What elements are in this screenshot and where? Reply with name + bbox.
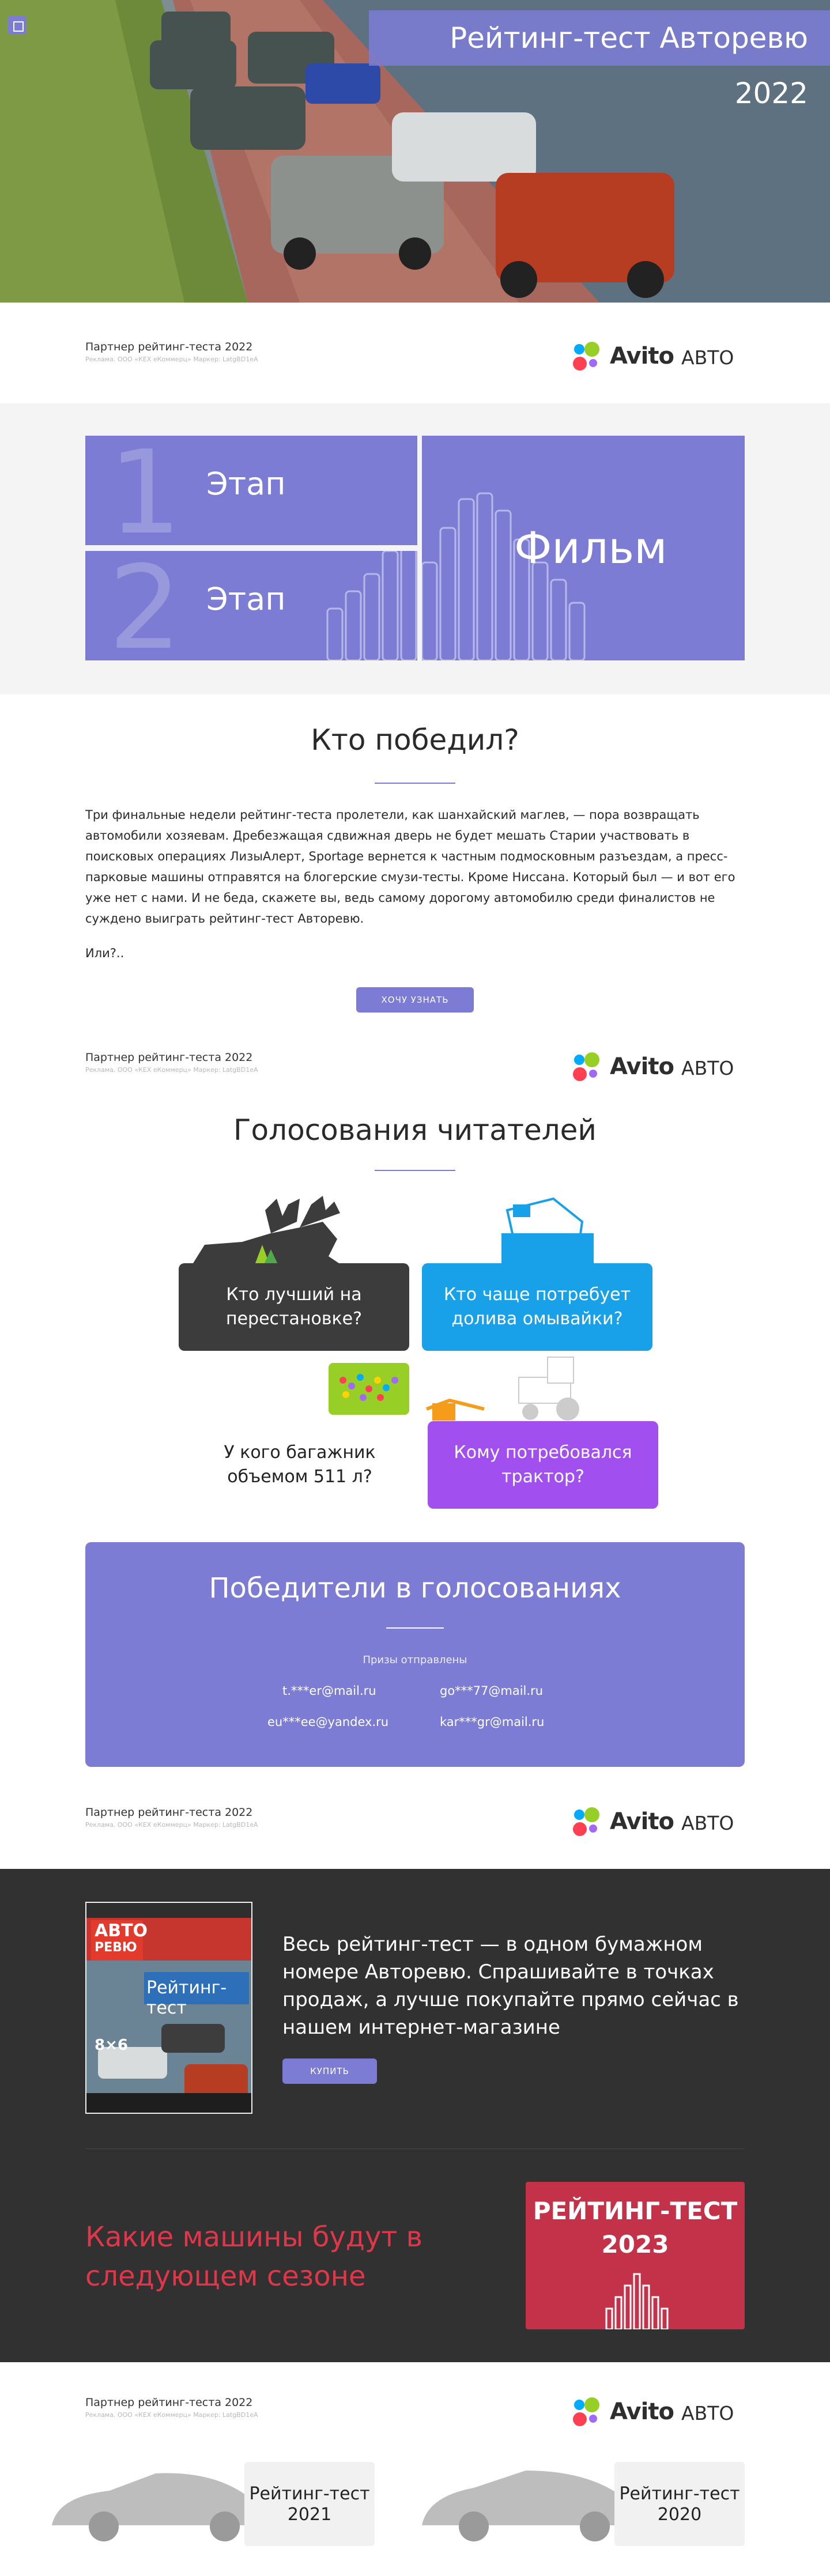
- avito-brand-sub: АВТО: [681, 346, 734, 369]
- skyline-graphic: [605, 2273, 669, 2329]
- stage-1-number: 1: [108, 436, 182, 545]
- votes-illustrations: [190, 1196, 594, 1421]
- avito-brand-sub: АВТО: [681, 1812, 734, 1834]
- previous-test-2021[interactable]: Рейтинг-тест 2021: [40, 2462, 375, 2546]
- avito-logo[interactable]: Avito АВТО: [572, 1050, 745, 1081]
- partner-title: Партнер рейтинг-теста 2022: [85, 2396, 253, 2409]
- partner-strip: Партнер рейтинг-теста 2022 Реклама. ООО …: [85, 336, 745, 371]
- magazine-masthead-bottom: РЕВЮ: [95, 1940, 137, 1955]
- vote-card-perestanovka[interactable]: Кто лучший на перестановке?: [179, 1263, 409, 1351]
- film-label: Фильм: [514, 522, 667, 573]
- heading-underline: [375, 783, 455, 784]
- partner-title: Партнер рейтинг-теста 2022: [85, 1051, 253, 1064]
- skyline-graphic: [326, 551, 417, 660]
- avito-logo[interactable]: Avito АВТО: [572, 2395, 745, 2426]
- winner-email: go***77@mail.ru: [440, 1684, 544, 1698]
- hero-title: Рейтинг-тест Авторевю 2022: [369, 10, 830, 110]
- tractor-icon: [425, 1357, 579, 1421]
- rating-test-2023-badge[interactable]: РЕЙТИНГ-ТЕСТ 2023: [526, 2182, 745, 2329]
- magazine-cover[interactable]: АВТО РЕВЮ Рейтинг-тест 8×6: [85, 1902, 252, 2114]
- avito-logo[interactable]: Avito АВТО: [572, 1805, 745, 1836]
- previous-test-2020[interactable]: Рейтинг-тест 2020: [410, 2462, 745, 2546]
- vote-card-washer[interactable]: Кто чаще потребует долива омывайки?: [422, 1263, 652, 1351]
- avito-brand-sub: АВТО: [681, 1057, 734, 1079]
- divider: [85, 2148, 745, 2149]
- next-season-link[interactable]: Какие машины будут в следующем сезоне: [85, 2218, 454, 2296]
- avito-brand: Avito: [610, 343, 674, 369]
- magazine-cover-number: 8×6: [95, 2037, 128, 2054]
- partner-title: Партнер рейтинг-теста 2022: [85, 1806, 253, 1819]
- moose-icon: [190, 1196, 346, 1268]
- stage-1-card[interactable]: 1 Этап: [85, 436, 417, 545]
- partner-strip: Партнер рейтинг-теста 2022 Реклама. ООО …: [85, 1801, 745, 1836]
- winners-subtitle: Призы отправлены: [363, 1654, 467, 1666]
- washer-canister-icon: [501, 1197, 594, 1265]
- partner-title: Партнер рейтинг-теста 2022: [85, 341, 253, 353]
- previous-card-label: Рейтинг-тест 2020: [619, 2484, 740, 2525]
- winners-title: Победители в голосованиях: [209, 1572, 621, 1604]
- winner-email: kar***gr@mail.ru: [440, 1715, 545, 1729]
- buy-button[interactable]: КУПИТЬ: [282, 2058, 377, 2084]
- partner-disclaimer: Реклама. ООО «КЕХ еКоммерц» Маркер: Latg…: [85, 1066, 258, 1074]
- votes-heading: Голосования читателей: [233, 1113, 597, 1147]
- avito-brand: Avito: [610, 2399, 674, 2425]
- trunk-icon: [329, 1363, 409, 1415]
- vote-card-tractor[interactable]: Кому потребовался трактор?: [428, 1421, 658, 1509]
- voting-winners-panel: Победители в голосованиях Призы отправле…: [85, 1542, 745, 1767]
- magazine-masthead-top: АВТО: [95, 1921, 148, 1941]
- magazine-cover-title: Рейтинг-тест: [146, 1978, 227, 2018]
- hero-banner: Рейтинг-тест Авторевю 2022: [0, 0, 830, 303]
- partner-strip: Партнер рейтинг-теста 2022 Реклама. ООО …: [85, 1047, 745, 1081]
- partner-strip: Партнер рейтинг-теста 2022 Реклама. ООО …: [85, 2392, 745, 2426]
- winner-paragraph: Три финальные недели рейтинг-теста проле…: [85, 808, 735, 926]
- film-card[interactable]: Фильм: [422, 436, 745, 660]
- winner-tail: Или?..: [85, 946, 124, 960]
- find-out-button[interactable]: ХОЧУ УЗНАТЬ: [356, 987, 474, 1013]
- previous-card-label: Рейтинг-тест 2021: [249, 2484, 370, 2525]
- partner-disclaimer: Реклама. ООО «КЕХ еКоммерц» Маркер: Latg…: [85, 356, 258, 363]
- stage-2-card[interactable]: 2 Этап: [85, 551, 417, 660]
- square-logo-icon[interactable]: [8, 16, 27, 35]
- avito-logo[interactable]: Avito АВТО: [572, 339, 745, 371]
- winner-email: t.***er@mail.ru: [282, 1684, 376, 1698]
- avito-dots-icon: [572, 2396, 604, 2427]
- winner-email: eu***ee@yandex.ru: [267, 1715, 389, 1729]
- avito-brand: Avito: [610, 1808, 674, 1835]
- avito-dots-icon: [572, 1051, 604, 1082]
- avito-dots-icon: [572, 1806, 604, 1837]
- page: Рейтинг-тест Авторевю 2022 Партнер рейти…: [0, 0, 830, 2576]
- winner-heading: Кто победил?: [311, 723, 519, 757]
- heading-underline: [375, 1170, 455, 1171]
- avito-brand: Avito: [610, 1053, 674, 1080]
- winners-underline: [386, 1627, 444, 1629]
- partner-disclaimer: Реклама. ООО «КЕХ еКоммерц» Маркер: Latg…: [85, 2411, 258, 2419]
- magazine-text: Весь рейтинг-тест — в одном бумажном ном…: [282, 1933, 739, 2039]
- vote-card-trunk[interactable]: У кого багажник объемом 511 л?: [219, 1441, 380, 1489]
- stage-1-label: Этап: [206, 466, 286, 502]
- partner-disclaimer: Реклама. ООО «КЕХ еКоммерц» Маркер: Latg…: [85, 1821, 258, 1829]
- avito-dots-icon: [572, 341, 604, 372]
- avito-brand-sub: АВТО: [681, 2402, 734, 2424]
